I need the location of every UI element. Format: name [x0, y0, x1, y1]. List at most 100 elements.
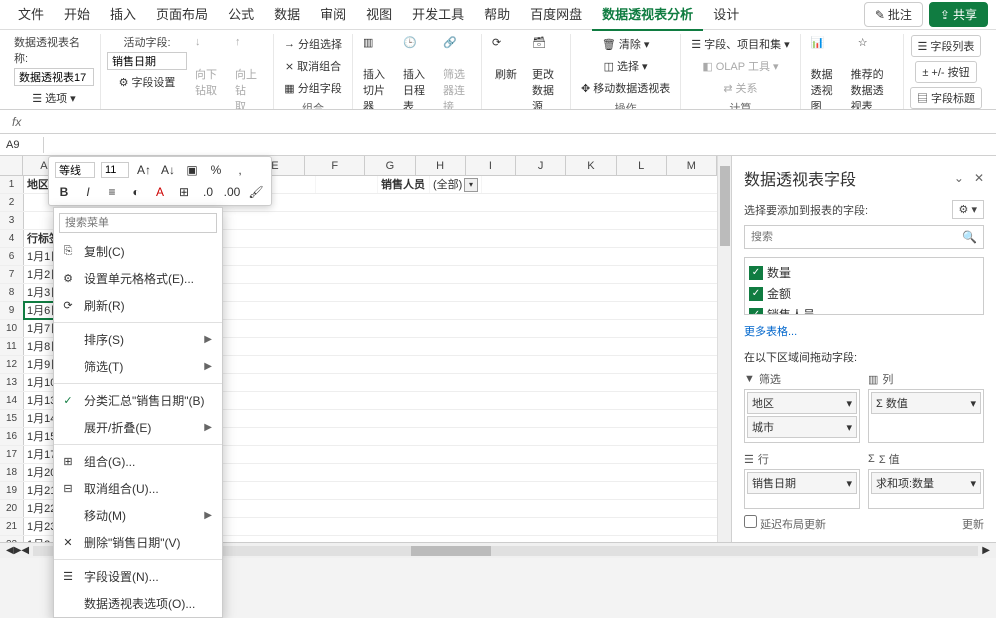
panel-collapse-icon[interactable]: ⌄ [954, 171, 964, 185]
percent-icon[interactable]: % [207, 161, 225, 179]
decimal-dec-icon[interactable]: .0 [199, 183, 217, 201]
update-button[interactable]: 更新 [962, 516, 984, 532]
checkbox-icon[interactable]: ✓ [749, 287, 763, 301]
italic-icon[interactable]: I [79, 183, 97, 201]
group-selection-button[interactable]: → 分组选择 [280, 34, 346, 54]
active-field-input[interactable] [107, 52, 187, 70]
fx-icon[interactable]: fx [12, 115, 21, 129]
defer-layout-checkbox[interactable]: 延迟布局更新 [744, 515, 826, 532]
menubar-item[interactable]: 视图 [356, 0, 402, 31]
menubar-item[interactable]: 百度网盘 [520, 0, 592, 31]
row-header[interactable]: 3 [0, 212, 24, 229]
align-icon[interactable]: ≡ [103, 183, 121, 201]
field-list[interactable]: ✓数量✓金额✓销售人员月 [744, 257, 984, 315]
row-header[interactable]: 21 [0, 518, 24, 535]
column-header[interactable]: I [466, 156, 516, 175]
comma-icon[interactable]: , [231, 161, 249, 179]
pm-buttons-toggle[interactable]: ± +/- 按钮 [915, 61, 976, 83]
bold-icon[interactable]: B [55, 183, 73, 201]
drop-pill[interactable]: 销售日期▾ [747, 472, 857, 494]
cell[interactable]: (全部)▾ [430, 176, 482, 193]
row-header[interactable]: 17 [0, 446, 24, 463]
drop-zone-rows[interactable]: ☰ 行销售日期▾ [744, 451, 860, 509]
column-header[interactable]: J [516, 156, 566, 175]
drop-zone-filter[interactable]: ▼ 筛选地区▾城市▾ [744, 371, 860, 443]
insert-slicer-button[interactable]: ▥插入切片器 [359, 34, 395, 110]
row-header[interactable]: 1 [0, 176, 24, 193]
row-header[interactable]: 15 [0, 410, 24, 427]
pivot-options-button[interactable]: ☰ 选项 ▾ [28, 88, 79, 108]
context-menu-item[interactable]: ✓分类汇总"销售日期"(B) [54, 387, 222, 414]
row-header[interactable]: 10 [0, 320, 24, 337]
column-header[interactable]: G [365, 156, 415, 175]
panel-gear-button[interactable]: ⚙ ▾ [952, 200, 984, 219]
row-header[interactable]: 7 [0, 266, 24, 283]
drop-zone-vals[interactable]: Σ Σ 值求和项:数量▾ [868, 451, 984, 509]
column-header[interactable]: H [416, 156, 466, 175]
field-headers-toggle[interactable]: ▤ 字段标题 [910, 87, 982, 109]
chevron-down-icon[interactable]: ▾ [970, 397, 976, 410]
refresh-button[interactable]: ⟳刷新 [488, 34, 524, 84]
more-tables-link[interactable]: 更多表格... [744, 323, 984, 339]
border-icon[interactable]: ⊞ [175, 183, 193, 201]
row-header[interactable]: 14 [0, 392, 24, 409]
context-menu-item[interactable]: 展开/折叠(E)▶ [54, 414, 222, 441]
field-search-input[interactable] [751, 231, 962, 243]
drop-pill[interactable]: Σ 数值▾ [871, 392, 981, 414]
pivot-chart-button[interactable]: 📊数据透视图 [807, 34, 843, 110]
menubar-item[interactable]: 开始 [54, 0, 100, 31]
decrease-font-icon[interactable]: A↓ [159, 161, 177, 179]
menubar-item[interactable]: 设计 [703, 0, 749, 31]
chevron-down-icon[interactable]: ▾ [846, 397, 852, 410]
menubar-item[interactable]: 页面布局 [146, 0, 218, 31]
row-header[interactable]: 2 [0, 194, 24, 211]
relations-button[interactable]: ⇄ 关系 [719, 78, 761, 98]
row-header[interactable]: 18 [0, 464, 24, 481]
move-pivot-button[interactable]: ✥ 移动数据透视表 [577, 78, 674, 98]
context-menu-item[interactable]: ☰字段设置(N)... [54, 563, 222, 590]
cell[interactable]: 销售人员 [378, 176, 430, 193]
clear-button[interactable]: 🗑 清除 ▾ [598, 34, 654, 54]
menubar-item[interactable]: 审阅 [310, 0, 356, 31]
row-header[interactable]: 19 [0, 482, 24, 499]
field-list-toggle[interactable]: ☰ 字段列表 [911, 35, 982, 57]
drop-pill[interactable]: 地区▾ [747, 392, 857, 414]
select-button[interactable]: ◫ 选择 ▾ [600, 56, 652, 76]
mini-font-input[interactable] [55, 162, 95, 178]
column-header[interactable]: K [566, 156, 616, 175]
sheet-nav-next-icon[interactable]: ▶ [14, 545, 22, 556]
increase-font-icon[interactable]: A↑ [135, 161, 153, 179]
fill-icon[interactable]: ◐ [127, 183, 145, 201]
context-menu-item[interactable]: 排序(S)▶ [54, 326, 222, 353]
vertical-scrollbar[interactable] [717, 156, 731, 542]
menubar-item[interactable]: 帮助 [474, 0, 520, 31]
context-menu-item[interactable]: 数据透视表选项(O)... [54, 590, 222, 617]
comment-button[interactable]: ✎ 批注 [864, 2, 923, 27]
change-source-button[interactable]: 🗃更改数据源 [528, 34, 564, 110]
drop-pill[interactable]: 城市▾ [747, 416, 857, 438]
filter-connections-button[interactable]: 🔗筛选器连接 [439, 34, 475, 110]
drill-up-button[interactable]: ↑ 向上钻取 [231, 34, 267, 110]
row-header[interactable]: 9 [0, 302, 24, 319]
pivot-name-input[interactable] [14, 68, 94, 86]
olap-tools-button[interactable]: ◧ OLAP 工具 ▾ [698, 56, 782, 76]
format-painter-icon[interactable]: 🖌 [247, 183, 265, 201]
drop-zone-cols[interactable]: ▥ 列Σ 数值▾ [868, 371, 984, 443]
chevron-down-icon[interactable]: ▾ [846, 477, 852, 490]
menubar-item[interactable]: 文件 [8, 0, 54, 31]
name-box[interactable]: A9 [0, 137, 44, 153]
row-header[interactable]: 12 [0, 356, 24, 373]
field-settings-button[interactable]: ⚙ 字段设置 [115, 72, 180, 92]
fill-color-icon[interactable]: ▣ [183, 161, 201, 179]
context-menu-item[interactable]: ⚙设置单元格格式(E)... [54, 265, 222, 292]
field-search-box[interactable]: 🔍 [744, 225, 984, 249]
insert-timeline-button[interactable]: 🕒插入日程表 [399, 34, 435, 110]
hscroll-thumb[interactable] [411, 546, 491, 556]
row-header[interactable]: 20 [0, 500, 24, 517]
field-item[interactable]: ✓数量 [749, 262, 979, 283]
chevron-down-icon[interactable]: ▾ [970, 477, 976, 490]
field-item[interactable]: ✓金额 [749, 283, 979, 304]
ungroup-button[interactable]: ⨯ 取消组合 [281, 56, 345, 76]
row-header[interactable]: 16 [0, 428, 24, 445]
fields-items-sets-button[interactable]: ☰ 字段、项目和集 ▾ [687, 34, 793, 54]
